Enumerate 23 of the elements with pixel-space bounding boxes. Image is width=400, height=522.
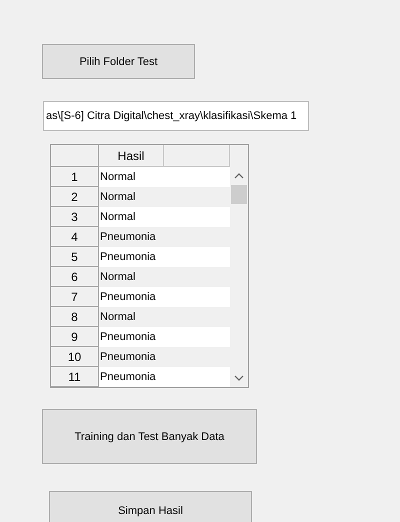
save-button[interactable]: Simpan Hasil <box>49 491 252 522</box>
row-number: 9 <box>51 327 99 347</box>
column-header: Hasil <box>99 145 164 167</box>
row-number: 4 <box>51 227 99 247</box>
table-cell: Normal <box>99 167 164 187</box>
folder-button[interactable]: Pilih Folder Test <box>42 44 195 79</box>
path-field[interactable]: as\[S-6] Citra Digital\chest_xray\klasifikasi\Skema 1 <box>43 101 309 131</box>
row-number: 1 <box>51 167 99 187</box>
table-cell: Pneumonia <box>99 247 164 267</box>
row-number: 10 <box>51 347 99 367</box>
row-number: 2 <box>51 187 99 207</box>
row-number: 7 <box>51 287 99 307</box>
scroll-thumb[interactable] <box>231 185 247 204</box>
row-number: 3 <box>51 207 99 227</box>
train-test-button[interactable]: Training dan Test Banyak Data <box>42 409 257 464</box>
table-cell: Pneumonia <box>99 367 164 387</box>
row-number: 6 <box>51 267 99 287</box>
table-cell: Pneumonia <box>99 327 164 347</box>
row-number: 11 <box>51 367 99 387</box>
table-cell: Normal <box>99 207 164 227</box>
row-number: 8 <box>51 307 99 327</box>
table-cell: Pneumonia <box>99 287 164 307</box>
row-number: 5 <box>51 247 99 267</box>
